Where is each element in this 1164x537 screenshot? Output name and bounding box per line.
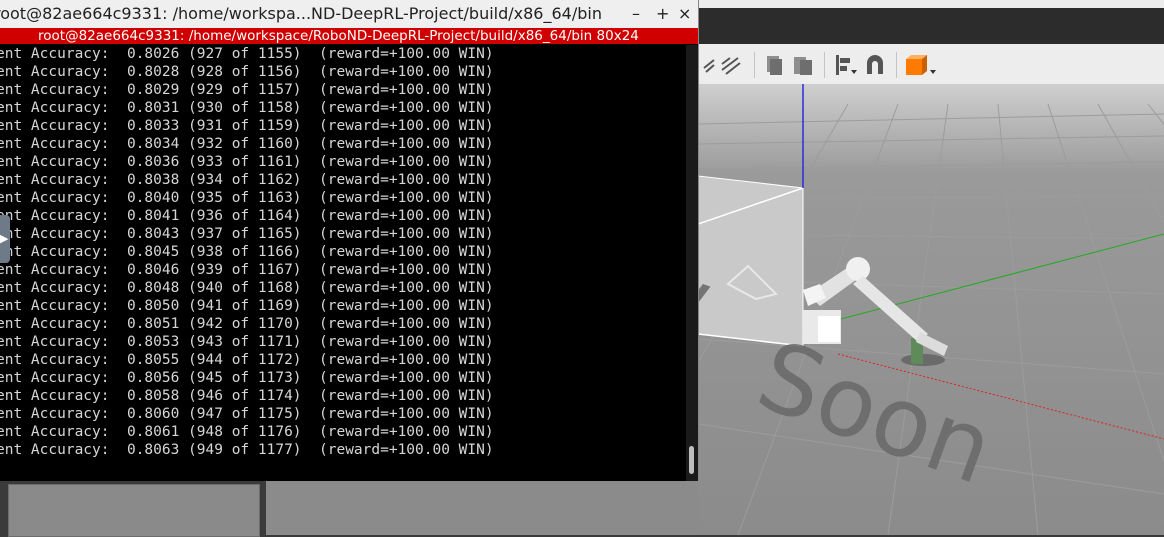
- terminal-line: ent Accuracy: 0.8029 (929 of 1157) (rewa…: [0, 82, 494, 98]
- terminal-line: ent Accuracy: 0.8061 (948 of 1176) (rewa…: [0, 424, 494, 440]
- toolbar-separator: [754, 52, 755, 78]
- terminal-line: ent Accuracy: 0.8036 (933 of 1161) (rewa…: [0, 154, 494, 170]
- terminal-line: ent Accuracy: 0.8048 (940 of 1168) (rewa…: [0, 280, 494, 296]
- terminal-scroll-thumb[interactable]: [689, 446, 694, 474]
- terminal-output[interactable]: ent Accuracy: 0.8026 (927 of 1155) (rewa…: [0, 45, 686, 481]
- copy-icon[interactable]: [764, 54, 784, 76]
- toolbar-separator: [896, 52, 897, 78]
- terminal-line: ent Accuracy: 0.8056 (945 of 1173) (rewa…: [0, 370, 494, 386]
- terminal-line: ent Accuracy: 0.8053 (943 of 1171) (rewa…: [0, 334, 494, 350]
- scale-icon[interactable]: [720, 54, 742, 76]
- desktop-panel-window: [8, 484, 260, 537]
- terminal-titlebar[interactable]: root@82ae664c9331: /home/workspa...ND-De…: [0, 0, 698, 29]
- terminal-line: ent Accuracy: 0.8055 (944 of 1172) (rewa…: [0, 352, 494, 368]
- gazebo-titlebar: [698, 0, 1164, 8]
- terminal-line: ent Accuracy: 0.8034 (932 of 1160) (rewa…: [0, 136, 494, 152]
- terminal-line: ent Accuracy: 0.8040 (935 of 1163) (rewa…: [0, 190, 494, 206]
- terminal-line: ent Accuracy: 0.8051 (942 of 1170) (rewa…: [0, 316, 494, 332]
- gazebo-menubar: [698, 8, 1164, 44]
- terminal-line: ent Accuracy: 0.8050 (941 of 1169) (rewa…: [0, 298, 494, 314]
- align-icon[interactable]: [834, 54, 858, 76]
- terminal-line: ent Accuracy: 0.8063 (949 of 1177) (rewa…: [0, 442, 494, 458]
- terminal-line: ent Accuracy: 0.8026 (927 of 1155) (rewa…: [0, 46, 494, 62]
- gazebo-viewport-lower: [266, 481, 698, 535]
- terminal-line: ent Accuracy: 0.8033 (931 of 1159) (rewa…: [0, 118, 494, 134]
- paste-icon[interactable]: [792, 54, 814, 76]
- expand-arrow-icon: ▶: [0, 232, 9, 245]
- close-button[interactable]: ×: [678, 4, 691, 23]
- terminal-line: ent Accuracy: 0.8031 (930 of 1158) (rewa…: [0, 100, 494, 116]
- toolbar-separator: [824, 52, 825, 78]
- gazebo-toolbar: [698, 44, 1164, 85]
- terminal-line: ent Accuracy: 0.8060 (947 of 1175) (rewa…: [0, 406, 494, 422]
- terminal-line: ent Accuracy: 0.8045 (938 of 1166) (rewa…: [0, 244, 494, 260]
- terminal-line: ent Accuracy: 0.8028 (928 of 1156) (rewa…: [0, 64, 494, 80]
- terminal-title: root@82ae664c9331: /home/workspa...ND-De…: [0, 4, 602, 23]
- terminal-line: ent Accuracy: 0.8043 (937 of 1165) (rewa…: [0, 226, 494, 242]
- terminal-line: ent Accuracy: 0.8038 (934 of 1162) (rewa…: [0, 172, 494, 188]
- terminal-line: ent Accuracy: 0.8058 (946 of 1174) (rewa…: [0, 388, 494, 404]
- terminal-tab-bar[interactable]: root@82ae664c9331: /home/workspace/RoboN…: [0, 28, 698, 44]
- terminal-window[interactable]: root@82ae664c9331: /home/workspa...ND-De…: [0, 0, 699, 481]
- scene-canvas: Soon /: [698, 84, 1164, 535]
- terminal-line: ent Accuracy: 0.8046 (939 of 1167) (rewa…: [0, 262, 494, 278]
- translate-icon[interactable]: [702, 54, 716, 76]
- shape-icon[interactable]: [904, 54, 938, 76]
- minimize-button[interactable]: –: [632, 4, 640, 23]
- maximize-button[interactable]: +: [656, 4, 669, 23]
- terminal-scrollbar[interactable]: [686, 45, 698, 481]
- terminal-line: ent Accuracy: 0.8041 (936 of 1164) (rewa…: [0, 208, 494, 224]
- terminal-tab-label: root@82ae664c9331: /home/workspace/RoboN…: [38, 28, 639, 44]
- snap-icon[interactable]: [864, 54, 886, 76]
- gazebo-3d-viewport[interactable]: Soon /: [698, 84, 1164, 535]
